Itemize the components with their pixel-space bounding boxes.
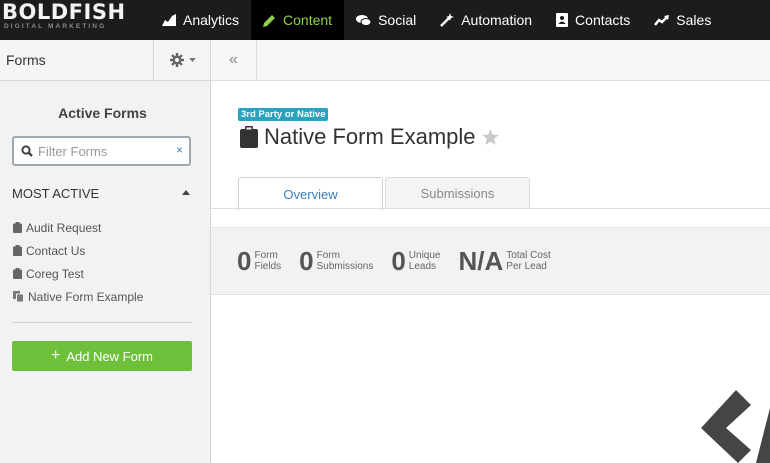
list-item[interactable]: Coreg Test xyxy=(13,262,193,285)
add-new-form-button[interactable]: + Add New Form xyxy=(12,341,192,371)
tab-submissions[interactable]: Submissions xyxy=(385,177,530,209)
sidebar-divider xyxy=(12,322,192,323)
tab-overview[interactable]: Overview xyxy=(238,177,383,210)
stat-value: 0 xyxy=(299,246,314,276)
nav-sales-label: Sales xyxy=(676,12,712,28)
most-active-section-toggle[interactable]: MOST ACTIVE xyxy=(12,186,192,201)
form-list: Audit Request Contact Us Coreg Test Nati… xyxy=(13,216,193,308)
clipboard-icon xyxy=(13,245,22,256)
stat-label: Form Submissions xyxy=(317,250,374,272)
stat-label: Form Fields xyxy=(254,250,281,272)
sidebar-header: Forms xyxy=(0,40,210,81)
trend-up-icon xyxy=(654,14,670,26)
stat-label-line1: Form xyxy=(316,250,340,261)
top-navigation: BOLDFISH DIGITAL MARKETING Analytics Con… xyxy=(0,0,770,40)
clear-filter-button[interactable]: × xyxy=(176,143,183,157)
forms-sidebar: Forms Active Forms × MOST ACTIVE xyxy=(0,40,211,463)
active-forms-heading: Active Forms xyxy=(58,105,147,121)
stat-label: Total Cost Per Lead xyxy=(506,250,550,272)
stat-label-line2: Leads xyxy=(408,261,437,272)
sidebar-title: Forms xyxy=(6,52,46,68)
clipboard-icon xyxy=(13,222,22,233)
chevron-down-icon xyxy=(188,58,196,62)
nav-sales[interactable]: Sales xyxy=(642,0,723,40)
stat-label-line2: Submissions xyxy=(316,261,374,272)
stat-label-line2: Per Lead xyxy=(506,261,547,272)
list-item[interactable]: Native Form Example xyxy=(13,285,193,308)
clipboard-icon xyxy=(240,126,258,148)
gear-icon xyxy=(169,53,184,67)
search-icon xyxy=(21,145,33,157)
main-content: « 3rd Party or Native Native Form Exampl… xyxy=(211,40,770,463)
stats-bar: 0 Form Fields 0 Form Submissions 0 Unique L… xyxy=(211,227,770,295)
stat-label-line1: Unique xyxy=(408,250,441,261)
stat-label: Unique Leads xyxy=(409,250,441,272)
settings-dropdown[interactable] xyxy=(153,40,211,80)
stat-value: 0 xyxy=(237,246,252,276)
brand-tagline: DIGITAL MARKETING xyxy=(4,23,107,30)
double-chevron-left-icon: « xyxy=(229,51,238,68)
form-name: Native Form Example xyxy=(28,289,144,304)
stat-value: 0 xyxy=(391,246,406,276)
stat-cost-per-lead: N/A Total Cost Per Lead xyxy=(459,248,551,274)
form-name: Coreg Test xyxy=(26,266,84,281)
stat-label-line1: Form xyxy=(254,250,278,261)
code-brackets-icon xyxy=(701,390,770,463)
form-name: Contact Us xyxy=(26,243,86,258)
copy-icon xyxy=(13,291,24,302)
form-title: Native Form Example xyxy=(264,124,476,149)
form-type-badge: 3rd Party or Native xyxy=(238,108,329,121)
filter-forms-input[interactable] xyxy=(38,143,168,159)
brand-logo[interactable]: BOLDFISH DIGITAL MARKETING xyxy=(0,0,150,40)
tab-divider xyxy=(211,208,770,209)
stat-label-line2: Fields xyxy=(254,261,282,272)
clipboard-icon xyxy=(13,268,22,279)
stat-value: N/A xyxy=(458,246,504,276)
form-name: Audit Request xyxy=(26,220,102,235)
plus-icon: + xyxy=(50,347,61,364)
add-new-form-label: Add New Form xyxy=(66,348,154,364)
caret-up-icon xyxy=(182,190,190,195)
most-active-heading: MOST ACTIVE xyxy=(12,186,100,201)
list-item[interactable]: Audit Request xyxy=(13,216,193,239)
stat-unique-leads: 0 Unique Leads xyxy=(391,248,440,274)
main-toolbar: « xyxy=(211,40,770,81)
collapse-sidebar-button[interactable]: « xyxy=(211,40,257,80)
stat-form-fields: 0 Form Fields xyxy=(237,248,281,274)
tab-bar: Overview Submissions xyxy=(238,177,532,210)
star-icon[interactable] xyxy=(481,129,499,145)
stat-form-submissions: 0 Form Submissions xyxy=(299,248,373,274)
nav-contacts-label: Contacts xyxy=(575,12,631,28)
page-title: Native Form Example xyxy=(240,124,499,150)
list-item[interactable]: Contact Us xyxy=(13,239,193,262)
stat-label-line1: Total Cost xyxy=(506,250,551,261)
filter-forms-field[interactable]: × xyxy=(12,136,191,166)
